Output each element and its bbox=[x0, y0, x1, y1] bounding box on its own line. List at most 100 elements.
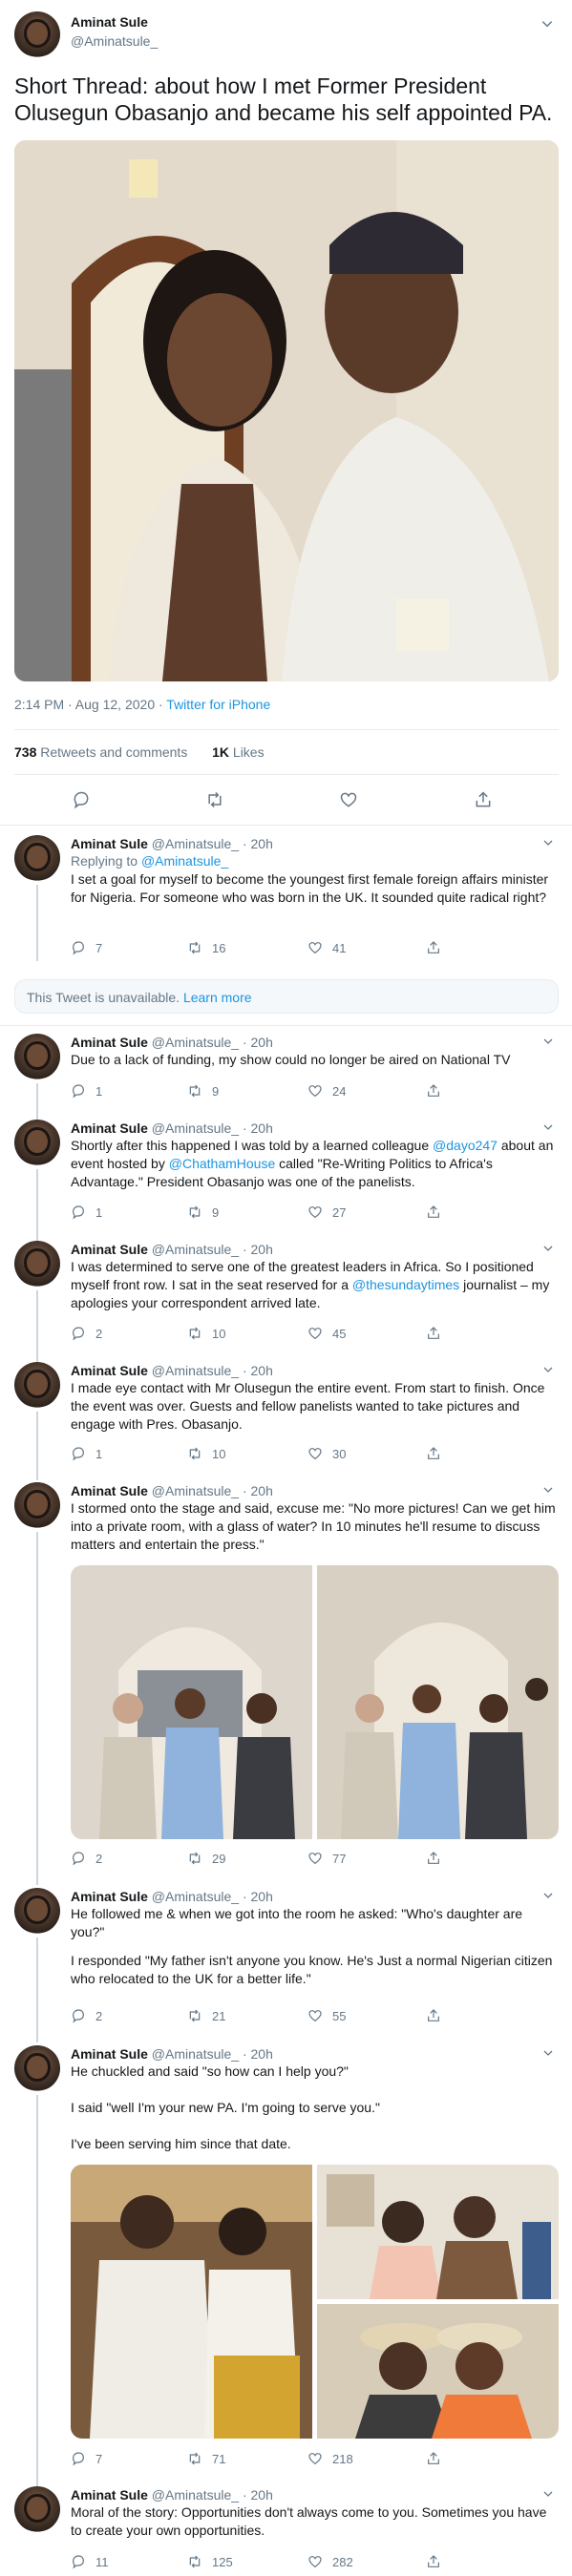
chevron-down-icon[interactable] bbox=[542, 1484, 554, 1496]
chevron-down-icon[interactable] bbox=[542, 1364, 554, 1375]
reply-author-name[interactable]: Aminat Sule bbox=[71, 2487, 148, 2503]
retweet-icon[interactable] bbox=[205, 790, 224, 809]
reply-meta[interactable]: @Aminatsule_ · 20h bbox=[152, 2487, 273, 2503]
learn-more-link[interactable]: Learn more bbox=[183, 990, 252, 1005]
like-icon[interactable] bbox=[339, 790, 358, 809]
reply-meta[interactable]: @Aminatsule_ · 20h bbox=[152, 1242, 273, 1257]
reply-author-name[interactable]: Aminat Sule bbox=[71, 1483, 148, 1498]
share-button[interactable] bbox=[426, 1204, 441, 1221]
reply-button[interactable]: 2 bbox=[71, 1325, 102, 1342]
chevron-down-icon[interactable] bbox=[542, 1890, 554, 1901]
reply-meta[interactable]: @Aminatsule_ · 20h bbox=[152, 1120, 273, 1136]
mention-link[interactable]: @dayo247 bbox=[433, 1138, 498, 1153]
chevron-down-icon[interactable] bbox=[542, 2047, 554, 2059]
share-button[interactable] bbox=[426, 2450, 441, 2467]
chevron-down-icon[interactable] bbox=[542, 1036, 554, 1047]
avatar[interactable] bbox=[14, 2045, 60, 2091]
avatar[interactable] bbox=[14, 11, 60, 57]
avatar[interactable] bbox=[14, 1120, 60, 1165]
author-name[interactable]: Aminat Sule bbox=[71, 14, 148, 30]
reply-author-name[interactable]: Aminat Sule bbox=[71, 2046, 148, 2062]
reply-button[interactable]: 7 bbox=[71, 939, 102, 956]
tweet-photo[interactable] bbox=[317, 2304, 559, 2439]
like-button[interactable]: 30 bbox=[307, 1445, 346, 1462]
share-button[interactable] bbox=[426, 1325, 441, 1342]
reply-meta[interactable]: @Aminatsule_ · 20h bbox=[152, 1363, 273, 1378]
like-icon bbox=[308, 2453, 322, 2465]
main-tweet-photo[interactable] bbox=[14, 140, 559, 681]
tweet-photo[interactable] bbox=[317, 1565, 559, 1839]
tweet-source-link[interactable]: Twitter for iPhone bbox=[166, 697, 270, 712]
tweet-photo[interactable] bbox=[71, 2165, 312, 2439]
avatar[interactable] bbox=[14, 1241, 60, 1287]
reply-button[interactable]: 1 bbox=[71, 1445, 102, 1462]
share-button[interactable] bbox=[426, 1445, 441, 1462]
share-icon[interactable] bbox=[474, 790, 493, 809]
retweet-button[interactable]: 125 bbox=[187, 2553, 233, 2570]
reply-meta[interactable]: @Aminatsule_ · 20h bbox=[152, 1035, 273, 1050]
chevron-down-icon[interactable] bbox=[542, 1121, 554, 1133]
reply-author-name[interactable]: Aminat Sule bbox=[71, 836, 148, 851]
share-button[interactable] bbox=[426, 1850, 441, 1867]
reply-author-name[interactable]: Aminat Sule bbox=[71, 1242, 148, 1257]
retweet-button[interactable]: 16 bbox=[187, 939, 225, 956]
reply-button[interactable]: 1 bbox=[71, 1204, 102, 1221]
replying-to-handle[interactable]: @Aminatsule_ bbox=[141, 853, 228, 869]
retweet-button[interactable]: 9 bbox=[187, 1204, 219, 1221]
reply-button[interactable]: 2 bbox=[71, 2007, 102, 2024]
like-button[interactable]: 41 bbox=[307, 939, 346, 956]
like-button[interactable]: 218 bbox=[307, 2450, 353, 2467]
chevron-down-icon[interactable] bbox=[542, 1243, 554, 1254]
reply-author-name[interactable]: Aminat Sule bbox=[71, 1035, 148, 1050]
author-handle[interactable]: @Aminatsule_ bbox=[71, 33, 158, 49]
retweets-stat[interactable]: 738 Retweets and comments bbox=[14, 744, 187, 760]
avatar[interactable] bbox=[14, 835, 60, 881]
retweet-button[interactable]: 71 bbox=[187, 2450, 225, 2467]
mention-link[interactable]: @ChathamHouse bbox=[169, 1156, 276, 1171]
tweet-photo[interactable] bbox=[71, 1565, 312, 1839]
reply-button[interactable]: 1 bbox=[71, 1082, 102, 1100]
reply-meta[interactable]: @Aminatsule_ · 20h bbox=[152, 836, 273, 851]
reply-text-part: Shortly after this happened I was told b… bbox=[71, 1138, 434, 1153]
reply-button[interactable]: 2 bbox=[71, 1850, 102, 1867]
like-button[interactable]: 24 bbox=[307, 1082, 346, 1100]
share-button[interactable] bbox=[426, 939, 441, 956]
retweet-button[interactable]: 9 bbox=[187, 1082, 219, 1100]
tweet-timestamp[interactable]: 2:14 PM · Aug 12, 2020 · bbox=[14, 697, 166, 712]
retweet-button[interactable]: 21 bbox=[187, 2007, 225, 2024]
share-button[interactable] bbox=[426, 2007, 441, 2024]
like-count: 45 bbox=[332, 1326, 347, 1341]
tweet-stats: 738 Retweets and comments 1K Likes bbox=[14, 743, 265, 761]
likes-stat[interactable]: 1K Likes bbox=[212, 744, 264, 760]
reply-text: He chuckled and said "so how can I help … bbox=[71, 2063, 349, 2079]
retweet-button[interactable]: 10 bbox=[187, 1325, 225, 1342]
reply-button[interactable]: 7 bbox=[71, 2450, 102, 2467]
avatar[interactable] bbox=[14, 1034, 60, 1079]
like-button[interactable]: 45 bbox=[307, 1325, 346, 1342]
like-button[interactable]: 55 bbox=[307, 2007, 346, 2024]
like-button[interactable]: 77 bbox=[307, 1850, 346, 1867]
chevron-down-icon[interactable] bbox=[542, 837, 554, 848]
like-button[interactable]: 27 bbox=[307, 1204, 346, 1221]
reply-author-name[interactable]: Aminat Sule bbox=[71, 1120, 148, 1136]
reply-button[interactable]: 11 bbox=[71, 2553, 109, 2570]
reply-meta[interactable]: @Aminatsule_ · 20h bbox=[152, 2046, 273, 2062]
reply-author-name[interactable]: Aminat Sule bbox=[71, 1889, 148, 1904]
share-button[interactable] bbox=[426, 1082, 441, 1100]
avatar[interactable] bbox=[14, 1482, 60, 1528]
retweet-button[interactable]: 10 bbox=[187, 1445, 225, 1462]
tweet-photo[interactable] bbox=[317, 2165, 559, 2299]
chevron-down-icon[interactable] bbox=[542, 2488, 554, 2500]
avatar[interactable] bbox=[14, 2486, 60, 2532]
mention-link[interactable]: @thesundaytimes bbox=[352, 1277, 459, 1292]
reply-icon[interactable] bbox=[72, 790, 91, 809]
reply-meta[interactable]: @Aminatsule_ · 20h bbox=[152, 1483, 273, 1498]
avatar[interactable] bbox=[14, 1362, 60, 1408]
reply-meta[interactable]: @Aminatsule_ · 20h bbox=[152, 1889, 273, 1904]
avatar[interactable] bbox=[14, 1888, 60, 1934]
chevron-down-icon[interactable] bbox=[540, 17, 554, 31]
reply-author-name[interactable]: Aminat Sule bbox=[71, 1363, 148, 1378]
like-button[interactable]: 282 bbox=[307, 2553, 353, 2570]
share-button[interactable] bbox=[426, 2553, 441, 2570]
retweet-button[interactable]: 29 bbox=[187, 1850, 225, 1867]
